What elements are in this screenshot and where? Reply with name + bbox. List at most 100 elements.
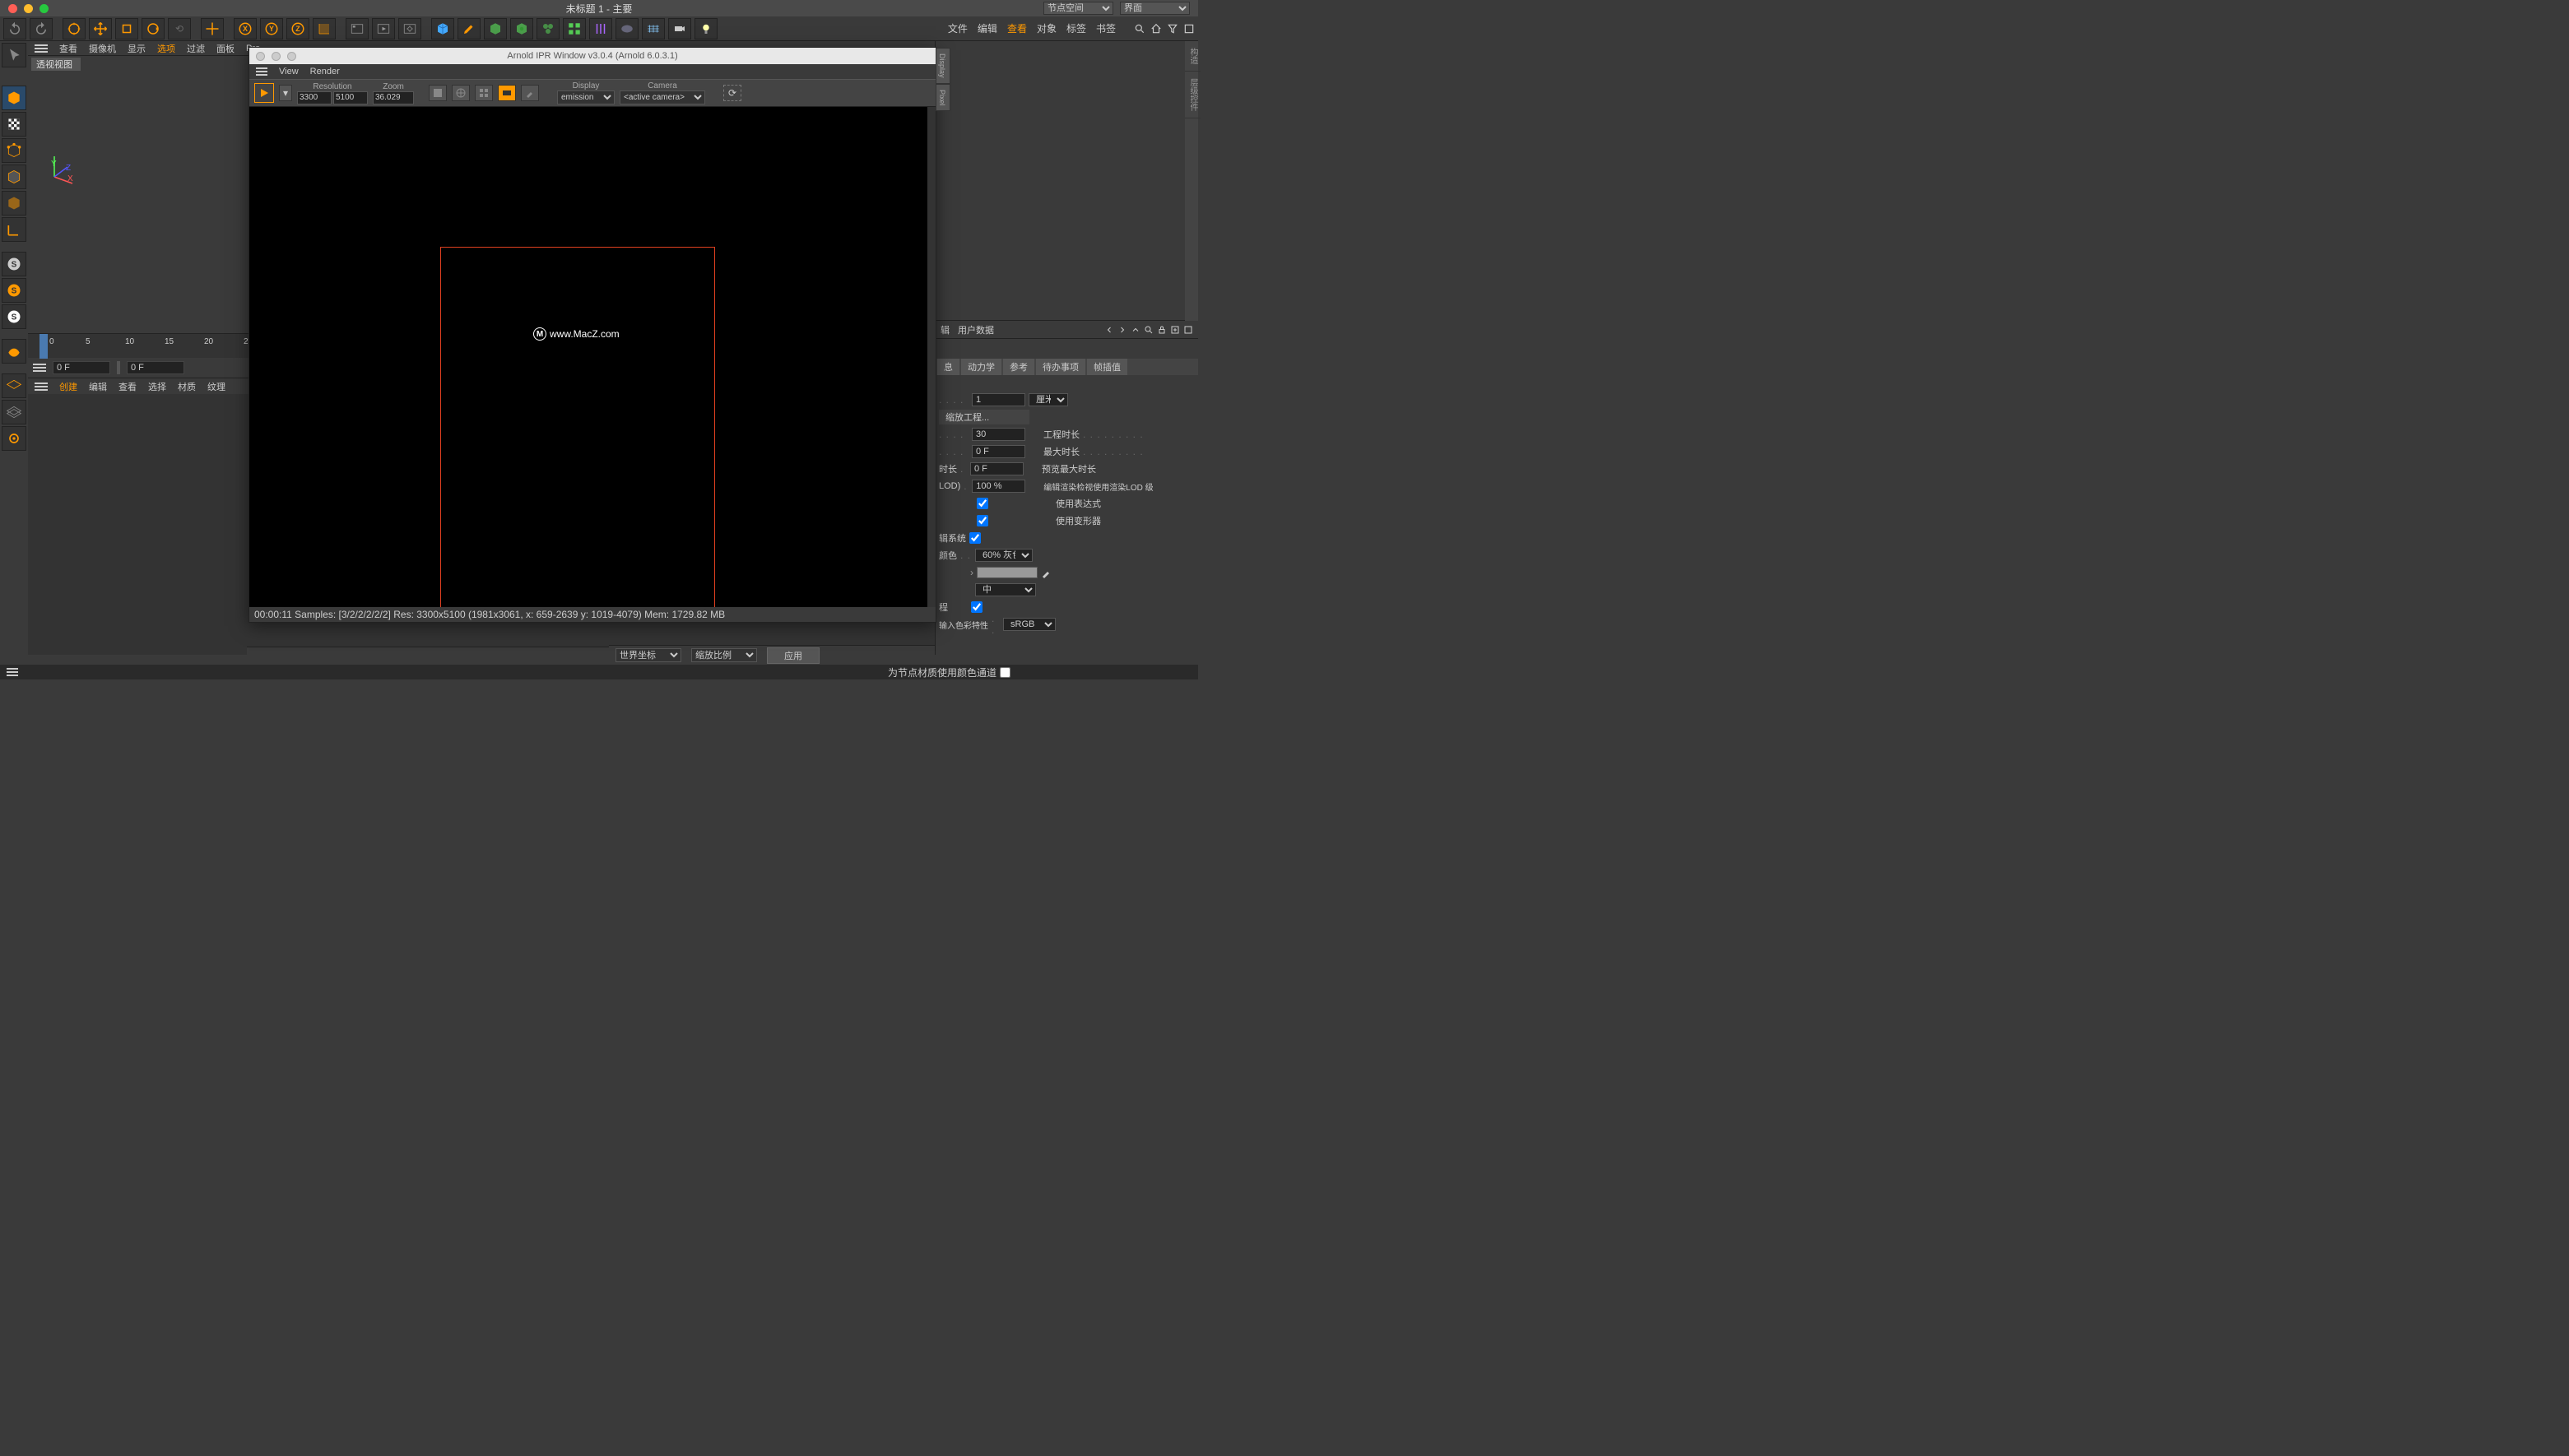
mat-menu-view[interactable]: 查看 [118,380,137,393]
maximize-icon[interactable] [1183,325,1193,335]
camera-button[interactable] [668,18,691,39]
z-axis-button[interactable]: Z [286,18,309,39]
cube-primitive-button[interactable] [431,18,454,39]
vp-menu-view[interactable]: 查看 [59,42,77,55]
light-button[interactable] [695,18,718,39]
vp-menu-panel[interactable]: 面板 [216,42,235,55]
locked-tool[interactable] [201,18,224,39]
ipr-view4-button[interactable] [498,85,516,101]
tab-edit[interactable]: 辑 [941,323,950,336]
enable-axis-button[interactable]: S [2,252,26,276]
home-icon[interactable] [1150,23,1162,35]
ipr-vscrollbar[interactable] [927,107,936,607]
array-button[interactable] [563,18,586,39]
redo-button[interactable] [30,18,53,39]
point-mode-button[interactable] [2,138,26,163]
scale-mode-select[interactable]: 缩放比例 [691,648,757,662]
enable-quantize-button[interactable]: S [2,304,26,329]
enable-snap-button[interactable]: S [2,278,26,303]
ipr-render-view[interactable]: M www.MacZ.com [249,107,936,607]
live-select-tool[interactable] [2,43,26,67]
dock-tab-2[interactable]: 层级控件 [1185,72,1201,118]
ipr-max-icon[interactable] [287,52,296,61]
vp-menu-display[interactable]: 显示 [128,42,146,55]
render-button[interactable] [346,18,369,39]
mat-menu-edit[interactable]: 编辑 [89,380,107,393]
render-settings-button[interactable] [398,18,421,39]
ipr-pick-button[interactable] [521,85,539,101]
undo-button[interactable] [3,18,26,39]
expr-checkbox[interactable] [977,498,988,509]
hamburger3-icon[interactable] [35,383,48,391]
ipr-dropdown-button[interactable]: ▾ [279,85,292,101]
render-region-button[interactable] [372,18,395,39]
nav-back-icon[interactable] [1104,325,1114,335]
srgb-select[interactable]: sRGB [1003,618,1056,631]
y-axis-button[interactable]: Y [260,18,283,39]
unit-select[interactable]: 厘米 [1029,393,1068,406]
new-tab-icon[interactable] [1170,325,1180,335]
edge-mode-button[interactable] [2,165,26,189]
subtab-interp[interactable]: 帧插值 [1087,359,1127,375]
ipr-res-w-input[interactable] [297,91,332,104]
ipr-min-icon[interactable] [272,52,281,61]
ipr-view3-button[interactable] [475,85,493,101]
ipr-res-h-input[interactable] [333,91,368,104]
eyedropper-icon[interactable] [1041,567,1052,578]
select-tool[interactable] [63,18,86,39]
ipr-menu-render[interactable]: Render [310,67,340,77]
ipr-crop-frame[interactable] [440,247,715,607]
vp-menu-camera[interactable]: 摄像机 [89,42,116,55]
mid-select[interactable]: 中 [975,583,1036,596]
field-button[interactable] [589,18,612,39]
dock-tab-1[interactable]: 构造 [1185,41,1201,72]
subdiv-button[interactable] [484,18,507,39]
layout-select[interactable]: 节点空间 [1043,2,1113,15]
ipr-view2-button[interactable] [452,85,470,101]
mat-menu-material[interactable]: 材质 [178,380,196,393]
ipr-side-tab-pixel[interactable]: Pixel [936,84,950,112]
time-start-input[interactable] [53,361,110,374]
ipr-close-icon[interactable] [256,52,265,61]
tab-userdata[interactable]: 用户数据 [958,323,994,336]
move-tool[interactable] [89,18,112,39]
minimize-window-icon[interactable] [24,4,33,13]
color-select[interactable]: 60% 灰色 [975,549,1033,562]
hamburger-icon[interactable] [35,44,48,53]
menu-bookmarks[interactable]: 书签 [1096,21,1116,35]
x-axis-button[interactable]: X [234,18,257,39]
volume-button[interactable] [616,18,639,39]
sys-checkbox[interactable] [969,532,981,544]
node-mat-checkbox[interactable] [1000,667,1010,678]
mat-menu-select[interactable]: 选择 [148,380,166,393]
vp-menu-filter[interactable]: 过滤 [187,42,205,55]
ipr-side-tab-display[interactable]: Display [936,48,950,84]
generator-button[interactable] [510,18,533,39]
color-swatch[interactable] [977,567,1038,578]
len-input[interactable] [970,462,1024,475]
ipr-menu-view[interactable]: View [279,67,299,77]
nav-fwd-icon[interactable] [1117,325,1127,335]
close-window-icon[interactable] [8,4,17,13]
deform-checkbox[interactable] [977,515,988,526]
unit-input[interactable] [972,393,1025,406]
model-mode-button[interactable] [2,86,26,110]
mat-menu-create[interactable]: 创建 [59,380,77,393]
floor-button[interactable] [642,18,665,39]
lock-icon[interactable] [1157,325,1167,335]
poly-mode-button[interactable] [2,191,26,216]
apply-button[interactable]: 应用 [767,647,820,664]
object-manager[interactable] [936,41,1198,321]
coord-system-button[interactable] [313,18,336,39]
menu-file[interactable]: 文件 [948,21,968,35]
deformer-button[interactable] [537,18,560,39]
vp-menu-options[interactable]: 选项 [157,42,175,55]
pen-tool-button[interactable] [458,18,481,39]
hamburger2-icon[interactable] [33,364,46,372]
ui-select[interactable]: 界面 [1120,2,1190,15]
snap-vertex-button[interactable] [2,426,26,451]
snap-grid-button[interactable] [2,373,26,398]
workplane-button[interactable] [2,339,26,364]
snap-grid2-button[interactable] [2,400,26,424]
scale-tool[interactable] [115,18,138,39]
